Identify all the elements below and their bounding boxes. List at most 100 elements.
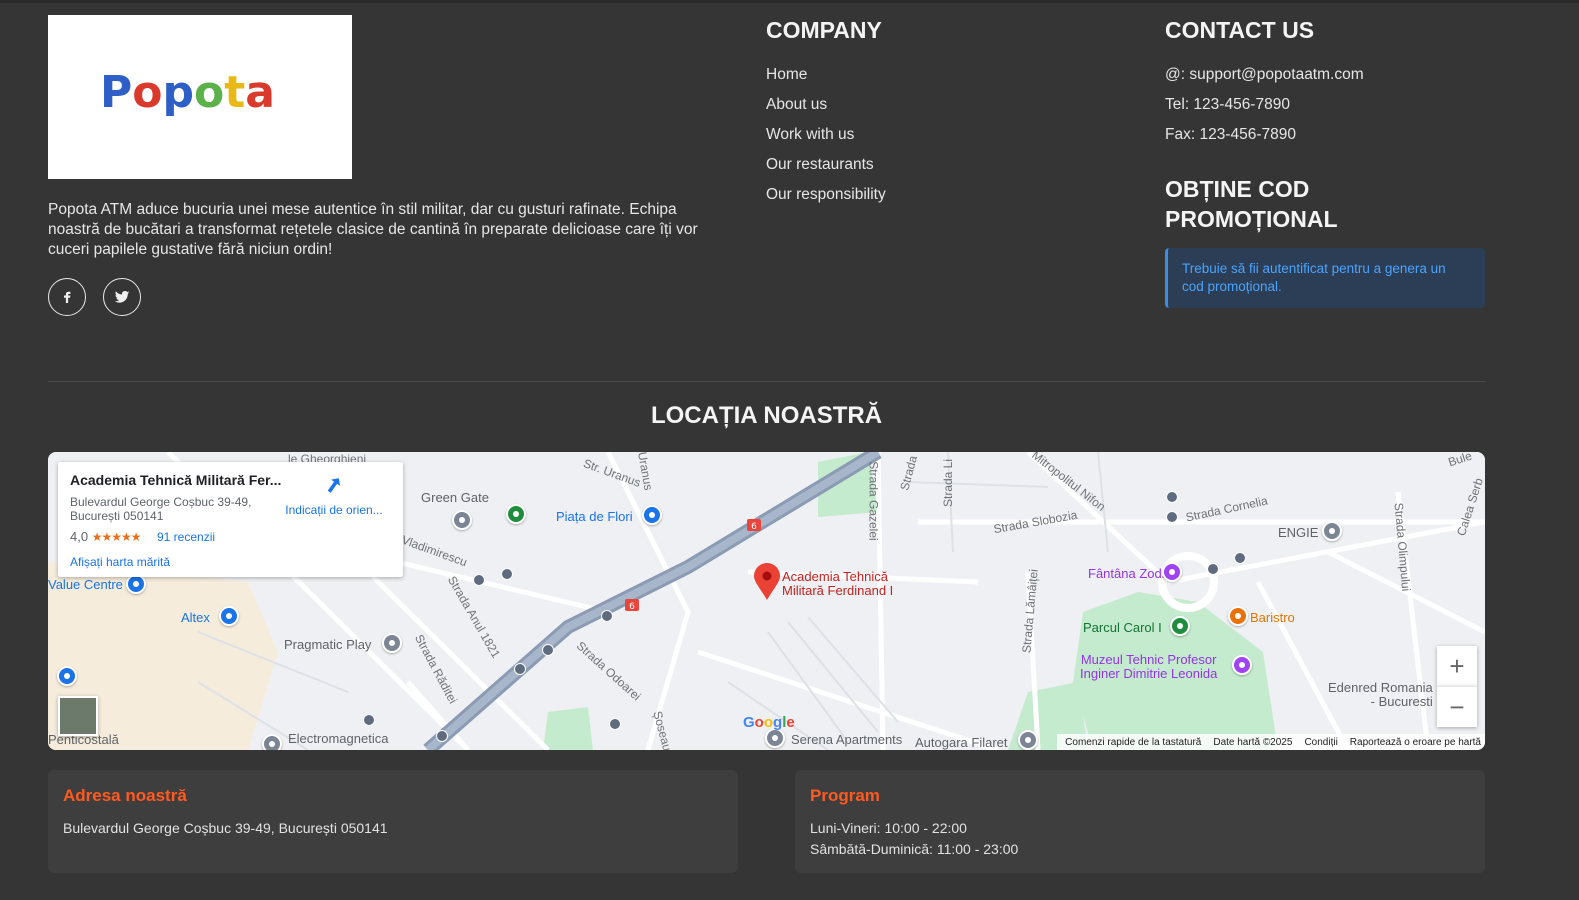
- poi-parcul-label: Parcul Carol I: [1083, 620, 1162, 635]
- report-error-link[interactable]: Raportează o eroare pe hartă: [1350, 737, 1481, 748]
- bus-stop-icon[interactable]: [514, 663, 526, 675]
- location-title: LOCAȚIA NOASTRĂ: [650, 402, 883, 429]
- poi-value-centre-pin[interactable]: [126, 574, 146, 594]
- nav-about-us[interactable]: About us: [766, 94, 886, 124]
- map-marker-label[interactable]: Academia Tehnică Militară Ferdinand I: [782, 570, 893, 598]
- bus-stop-icon[interactable]: [436, 730, 448, 742]
- poi-edenred-label: Edenred Romania - Bucuresti: [1328, 681, 1433, 709]
- road-6-label-b: 6: [629, 602, 635, 612]
- promo-title: OBȚINE COD PROMOȚIONAL: [1165, 174, 1338, 234]
- directions-button[interactable]: Indicații de orien...: [284, 474, 384, 517]
- nav-home[interactable]: Home: [766, 64, 886, 94]
- poi-engie-label: ENGIE: [1278, 525, 1319, 540]
- twitter-link[interactable]: [103, 278, 141, 316]
- zoom-out-button[interactable]: −: [1437, 686, 1477, 727]
- poi-electromagnetica-label: Electromagnetica: [288, 731, 389, 746]
- reviews-link[interactable]: 91 recenzii: [157, 530, 215, 544]
- poi-pragmatic-pin[interactable]: [382, 633, 402, 653]
- bus-stop-icon[interactable]: [363, 714, 375, 726]
- view-larger-map-link[interactable]: Afișați harta mărită: [70, 555, 170, 569]
- contact-fax: Fax: 123-456-7890: [1165, 126, 1296, 143]
- poi-pragmatic-label: Pragmatic Play: [284, 637, 372, 652]
- poi-parcul-pin[interactable]: [1170, 616, 1190, 636]
- place-name: Academia Tehnică Militară Fer...: [70, 472, 282, 488]
- map-data-text: Date hartă ©2025: [1213, 736, 1293, 748]
- poi-electromagnetica-pin[interactable]: [262, 734, 282, 750]
- terms-link[interactable]: Condiții: [1304, 737, 1337, 748]
- program-card-title: Program: [810, 786, 880, 805]
- company-nav: Home About us Work with us Our restauran…: [766, 64, 886, 214]
- promo-title-line1: OBȚINE COD: [1165, 176, 1310, 202]
- bus-stop-icon[interactable]: [1166, 511, 1178, 523]
- rating-value: 4,0: [70, 529, 89, 544]
- poi-baristro-label: Baristro: [1250, 610, 1295, 625]
- twitter-icon: [114, 291, 130, 303]
- bus-stop-icon[interactable]: [501, 568, 513, 580]
- contact-title: CONTACT US: [1165, 17, 1315, 43]
- bus-stop-icon[interactable]: [609, 718, 621, 730]
- street-strada-li: Strada Li: [941, 458, 956, 508]
- svg-text:Popota: Popota: [100, 67, 275, 118]
- place-address-line2: București 050141: [70, 509, 164, 523]
- address-card-title: Adresa noastră: [63, 786, 187, 805]
- top-border: [0, 0, 1579, 3]
- contact-email[interactable]: @: support@popotaatm.com: [1165, 64, 1364, 94]
- poi-autogara-pin[interactable]: [1018, 730, 1038, 750]
- marker-line1: Academia Tehnică: [782, 569, 888, 584]
- promo-title-line2: PROMOȚIONAL: [1165, 206, 1338, 232]
- poi-value-centre-label: Value Centre: [48, 577, 123, 592]
- poi-green-gate-label: Green Gate: [421, 490, 489, 505]
- bus-stop-icon[interactable]: [473, 574, 485, 586]
- company-title: COMPANY: [766, 17, 882, 43]
- bus-stop-icon[interactable]: [1166, 491, 1178, 503]
- zoom-in-button[interactable]: +: [1437, 646, 1477, 686]
- poi-muzeul-line2: Inginer Dimitrie Leonida: [1080, 666, 1218, 681]
- keyboard-shortcuts-link[interactable]: Comenzi rapide de la tastatură: [1065, 737, 1201, 748]
- directions-icon: [327, 478, 341, 493]
- poi-serena-pin[interactable]: [765, 728, 785, 748]
- bus-stop-icon[interactable]: [1234, 552, 1246, 564]
- promo-alert: Trebuie să fii autentificat pentru a gen…: [1165, 248, 1485, 308]
- place-address: Bulevardul George Coșbuc 39-49, Bucureșt…: [70, 495, 260, 523]
- poi-muzeul-label: Muzeul Tehnic Profesor Inginer Dimitrie …: [1080, 653, 1217, 681]
- poi-muzeul-line1: Muzeul Tehnic Profesor: [1080, 652, 1217, 667]
- poi-baristro-pin[interactable]: [1228, 606, 1248, 626]
- poi-altex-pin[interactable]: [219, 606, 239, 626]
- poi-edenred-line2: - Bucuresti: [1370, 694, 1433, 709]
- map-place-card: Academia Tehnică Militară Fer... Bulevar…: [58, 462, 403, 577]
- poi-autogara-label: Autogara Filaret: [915, 735, 1008, 750]
- road-6-label-a: 6: [751, 522, 757, 532]
- directions-label: Indicații de orien...: [285, 503, 383, 517]
- poi-piata-label: Piața de Flori: [556, 509, 633, 524]
- section-divider: [48, 381, 1485, 382]
- street-gazelei: Strada Gazelei: [866, 461, 881, 541]
- poi-muzeul-pin[interactable]: [1232, 655, 1252, 675]
- poi-altex-label: Altex: [181, 610, 210, 625]
- poi-fantana-pin[interactable]: [1162, 562, 1182, 582]
- rating-stars-icon: ★★★★★: [91, 530, 142, 544]
- bus-stop-icon[interactable]: [542, 644, 554, 656]
- bus-stop-icon[interactable]: [1207, 563, 1219, 575]
- facebook-icon: [64, 291, 71, 303]
- satellite-toggle-button[interactable]: [58, 696, 98, 736]
- facebook-link[interactable]: [48, 278, 86, 316]
- address-card-text: Bulevardul George Coșbuc 39-49, Bucureșt…: [63, 820, 388, 836]
- poi-green-pin[interactable]: [506, 504, 526, 524]
- poi-shop-pin[interactable]: [57, 666, 77, 686]
- map-attribution-bar: Comenzi rapide de la tastatură Date hart…: [1057, 734, 1485, 750]
- contact-info: @: support@popotaatm.com Tel: 123-456-78…: [1165, 64, 1364, 154]
- poi-engie-pin[interactable]: [1322, 521, 1342, 541]
- about-text: Popota ATM aduce bucuria unei mese auten…: [48, 201, 698, 258]
- poi-edenred-line1: Edenred Romania: [1328, 680, 1433, 695]
- poi-piata-pin[interactable]: [642, 505, 662, 525]
- place-rating: 4,0 ★★★★★: [70, 529, 141, 544]
- bus-stop-icon[interactable]: [601, 610, 613, 622]
- program-card: Program Luni-Vineri: 10:00 - 22:00 Sâmbă…: [795, 770, 1485, 873]
- logo[interactable]: Popota: [48, 15, 352, 179]
- nav-our-responsibility[interactable]: Our responsibility: [766, 184, 886, 214]
- nav-work-with-us[interactable]: Work with us: [766, 124, 886, 154]
- place-address-line1: Bulevardul George Coșbuc 39-49,: [70, 495, 252, 509]
- nav-our-restaurants[interactable]: Our restaurants: [766, 154, 886, 184]
- google-map[interactable]: 6 6 le Gheorghieni cu Str. Uranus Uranus…: [48, 452, 1485, 750]
- poi-green-gate-pin[interactable]: [452, 510, 472, 530]
